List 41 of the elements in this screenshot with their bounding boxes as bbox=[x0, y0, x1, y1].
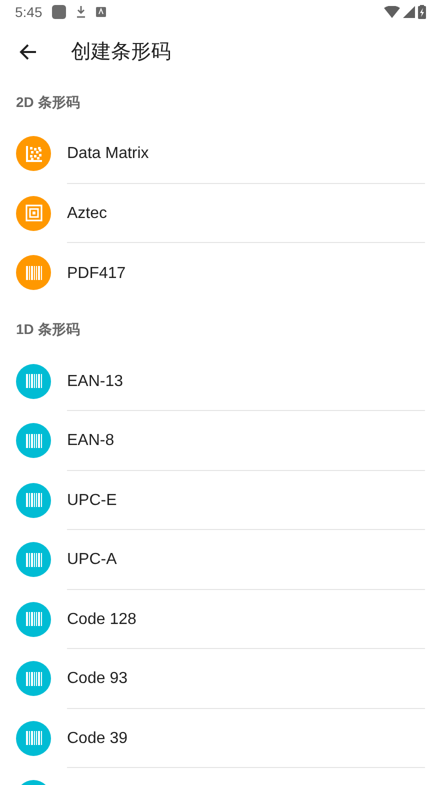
status-time: 5:45 bbox=[15, 2, 42, 22]
download-icon bbox=[76, 6, 86, 18]
page-title: 创建条形码 bbox=[71, 40, 171, 65]
item-label: Data Matrix bbox=[67, 144, 149, 164]
app-notification-icon bbox=[52, 5, 66, 19]
barcode-icon bbox=[24, 611, 42, 628]
item-label: UPC-A bbox=[67, 550, 117, 570]
item-label: Code 39 bbox=[67, 728, 128, 749]
item-label: UPC-E bbox=[67, 490, 117, 511]
back-arrow-icon bbox=[19, 44, 37, 60]
item-label: PDF417 bbox=[67, 264, 126, 284]
square-target-icon bbox=[24, 204, 42, 222]
list-item[interactable]: Code 39 bbox=[0, 708, 441, 768]
barcode-icon bbox=[24, 373, 42, 390]
list-item[interactable]: PDF417 bbox=[0, 243, 441, 302]
barcode-icon bbox=[24, 492, 42, 508]
battery-icon bbox=[418, 5, 426, 19]
list-item[interactable]: EAN-13 bbox=[0, 352, 441, 411]
wifi-icon bbox=[384, 6, 400, 18]
item-label: Aztec bbox=[67, 204, 108, 224]
data-matrix-icon bbox=[24, 144, 42, 163]
list-item[interactable]: Code 93 bbox=[0, 649, 441, 708]
item-label: EAN-8 bbox=[67, 431, 114, 452]
item-label: Code 128 bbox=[67, 610, 136, 630]
section-header: 1D 条形码 bbox=[16, 320, 80, 339]
barcode-icon bbox=[24, 264, 42, 281]
list-item[interactable]: Aztec bbox=[0, 184, 441, 243]
keyboard-icon bbox=[96, 7, 106, 17]
list-item[interactable]: UPC-E bbox=[0, 470, 441, 530]
list-item[interactable]: UPC-A bbox=[0, 530, 441, 590]
list-item[interactable]: Code 128 bbox=[0, 590, 441, 649]
barcode-icon bbox=[24, 670, 42, 687]
barcode-icon bbox=[24, 730, 42, 746]
list-item[interactable]: EAN-8 bbox=[0, 411, 441, 470]
item-label: Code 93 bbox=[67, 669, 128, 690]
section-header: 2D 条形码 bbox=[16, 92, 80, 112]
list-item[interactable]: Data Matrix bbox=[0, 124, 441, 184]
item-label: EAN-13 bbox=[67, 372, 124, 392]
signal-icon bbox=[403, 6, 415, 18]
barcode-icon bbox=[24, 432, 42, 449]
barcode-icon bbox=[24, 552, 42, 568]
